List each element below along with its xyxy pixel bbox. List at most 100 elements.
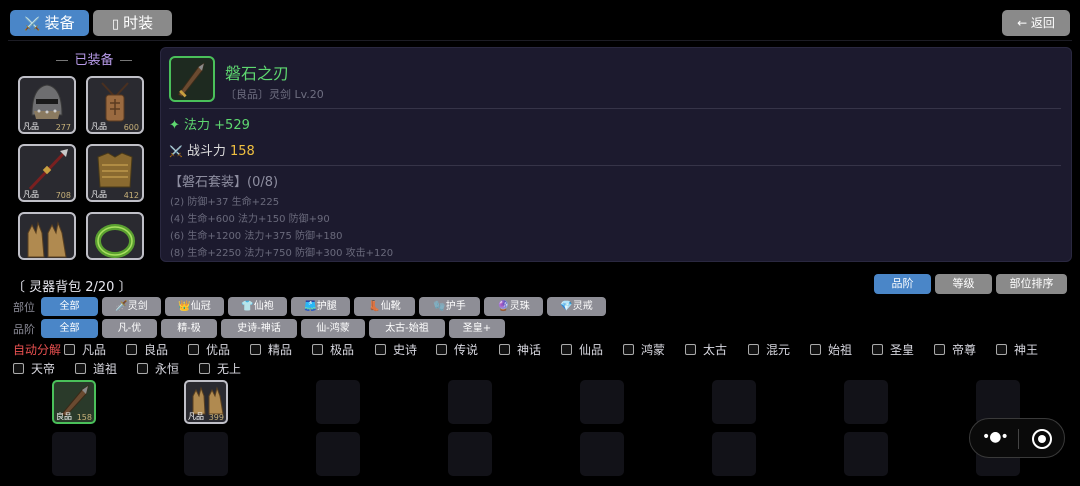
checkbox-box[interactable] xyxy=(561,344,572,355)
checkbox-box[interactable] xyxy=(250,344,261,355)
checkbox-box[interactable] xyxy=(996,344,1007,355)
bag-slot-empty[interactable] xyxy=(580,380,624,424)
rank-filter-immortal[interactable]: 仙-鸿蒙 xyxy=(301,319,365,338)
checkbox-box[interactable] xyxy=(623,344,634,355)
equipped-title: 已装备 xyxy=(40,49,148,68)
part-filter-all[interactable]: 全部 xyxy=(41,297,98,316)
sort-by-level-button[interactable]: 等级 xyxy=(935,274,992,294)
checkbox-label: 史诗 xyxy=(393,343,418,357)
bag-slot-empty[interactable] xyxy=(316,380,360,424)
auto-decompose-checkbox[interactable]: 混元 xyxy=(748,341,790,358)
tab-equip[interactable]: ⚔️ 装备 xyxy=(10,10,89,36)
amulet-icon xyxy=(101,82,129,122)
checkbox-box[interactable] xyxy=(137,363,148,374)
tab-fashion-label: 时装 xyxy=(123,14,154,32)
back-button[interactable]: ← 返回 xyxy=(1002,10,1070,36)
top-bar: ⚔️ 装备 ▯ 时装 ← 返回 xyxy=(0,0,1080,42)
checkbox-box[interactable] xyxy=(188,344,199,355)
bag-slot-empty[interactable] xyxy=(712,380,756,424)
checkbox-box[interactable] xyxy=(810,344,821,355)
auto-decompose-checkbox[interactable]: 精品 xyxy=(250,341,292,358)
auto-decompose-checkbox[interactable]: 凡品 xyxy=(64,341,106,358)
auto-decompose-checkbox[interactable]: 史诗 xyxy=(375,341,417,358)
equip-slot-amulet[interactable]: 凡品 600 xyxy=(86,76,144,134)
part-filter-crown[interactable]: 👑仙冠 xyxy=(165,297,224,316)
equip-slot-helmet[interactable]: 凡品 277 xyxy=(18,76,76,134)
bag-slot-empty[interactable] xyxy=(184,432,228,476)
sort-by-part-button[interactable]: 部位排序 xyxy=(996,274,1067,294)
auto-decompose-checkbox[interactable]: 神话 xyxy=(499,341,541,358)
part-filter-leggings[interactable]: 🩳护腿 xyxy=(291,297,350,316)
auto-decompose-checkbox[interactable]: 优品 xyxy=(188,341,230,358)
swords-icon: ⚔️ xyxy=(24,17,41,32)
rank-filter-emperor[interactable]: 圣皇+ xyxy=(449,319,505,338)
slot-quality: 凡品 xyxy=(91,190,107,199)
bag-slot-empty[interactable] xyxy=(448,432,492,476)
auto-decompose-checkbox[interactable]: 仙品 xyxy=(561,341,603,358)
checkbox-box[interactable] xyxy=(748,344,759,355)
bag-item-sword[interactable]: 良品 158 xyxy=(52,380,96,424)
bag-slot-empty[interactable] xyxy=(316,432,360,476)
checkbox-box[interactable] xyxy=(934,344,945,355)
checkbox-box[interactable] xyxy=(872,344,883,355)
part-filter-boots[interactable]: 👢仙靴 xyxy=(354,297,415,316)
checkbox-box[interactable] xyxy=(436,344,447,355)
part-filter-ring[interactable]: 💎灵戒 xyxy=(547,297,606,316)
checkbox-label: 道祖 xyxy=(93,362,118,376)
tab-equip-label: 装备 xyxy=(44,14,75,32)
auto-decompose-checkbox[interactable]: 天帝 xyxy=(13,360,55,377)
auto-decompose-checkbox[interactable]: 良品 xyxy=(126,341,168,358)
rank-filter-common[interactable]: 凡-优 xyxy=(102,319,157,338)
bag-item-gloves[interactable]: 凡品 399 xyxy=(184,380,228,424)
auto-decompose-checkbox[interactable]: 帝尊 xyxy=(934,341,976,358)
rank-filter-epic[interactable]: 史诗-神话 xyxy=(221,319,297,338)
bag-slot-empty[interactable] xyxy=(844,380,888,424)
rank-filter-ancient[interactable]: 太古-始祖 xyxy=(369,319,445,338)
auto-decompose-checkbox[interactable]: 圣皇 xyxy=(872,341,914,358)
part-filter-gloves[interactable]: 🧤护手 xyxy=(419,297,480,316)
bag-slot-empty[interactable] xyxy=(52,432,96,476)
auto-decompose-checkbox[interactable]: 道祖 xyxy=(75,360,117,377)
auto-decompose-checkbox[interactable]: 无上 xyxy=(199,360,241,377)
bag-slot-empty[interactable] xyxy=(844,432,888,476)
divider xyxy=(169,165,1061,166)
equip-slot-gloves[interactable] xyxy=(18,212,76,260)
part-filter-orb[interactable]: 🔮灵珠 xyxy=(484,297,543,316)
bag-slot-empty[interactable] xyxy=(580,432,624,476)
sort-by-rank-button[interactable]: 品阶 xyxy=(874,274,931,294)
item-thumbnail xyxy=(169,56,215,102)
checkbox-box[interactable] xyxy=(64,344,75,355)
checkbox-box[interactable] xyxy=(13,363,24,374)
checkbox-label: 鸿蒙 xyxy=(641,343,666,357)
auto-decompose-checkbox[interactable]: 极品 xyxy=(312,341,354,358)
slot-level: 277 xyxy=(55,123,71,132)
checkbox-box[interactable] xyxy=(75,363,86,374)
auto-decompose-checkbox[interactable]: 太古 xyxy=(685,341,727,358)
part-filter-robe[interactable]: 👕仙袍 xyxy=(228,297,287,316)
checkbox-box[interactable] xyxy=(199,363,210,374)
bag-slot-empty[interactable] xyxy=(448,380,492,424)
auto-decompose-checkbox[interactable]: 传说 xyxy=(436,341,478,358)
auto-decompose-checkbox[interactable]: 鸿蒙 xyxy=(623,341,665,358)
auto-decompose-checkbox[interactable]: 神王 xyxy=(996,341,1038,358)
rank-filter-fine[interactable]: 精-极 xyxy=(161,319,217,338)
equip-slot-weapon[interactable]: 凡品 708 xyxy=(18,144,76,202)
equip-slot-armor[interactable]: 凡品 412 xyxy=(86,144,144,202)
helmet-icon xyxy=(31,84,63,119)
bag-slot-empty[interactable] xyxy=(712,432,756,476)
equip-slot-ring[interactable] xyxy=(86,212,144,260)
checkbox-label: 传说 xyxy=(454,343,479,357)
bag-item-level: 399 xyxy=(208,413,224,422)
auto-decompose-checkbox[interactable]: 永恒 xyxy=(137,360,179,377)
close-target-icon[interactable] xyxy=(1032,429,1052,449)
rank-filter-all[interactable]: 全部 xyxy=(41,319,98,338)
checkbox-box[interactable] xyxy=(375,344,386,355)
auto-decompose-checkbox[interactable]: 始祖 xyxy=(810,341,852,358)
part-filter-sword[interactable]: 🗡️灵剑 xyxy=(102,297,161,316)
checkbox-box[interactable] xyxy=(499,344,510,355)
checkbox-box[interactable] xyxy=(312,344,323,355)
more-icon[interactable]: •●• xyxy=(982,429,1009,445)
checkbox-box[interactable] xyxy=(126,344,137,355)
checkbox-box[interactable] xyxy=(685,344,696,355)
tab-fashion[interactable]: ▯ 时装 xyxy=(93,10,172,36)
